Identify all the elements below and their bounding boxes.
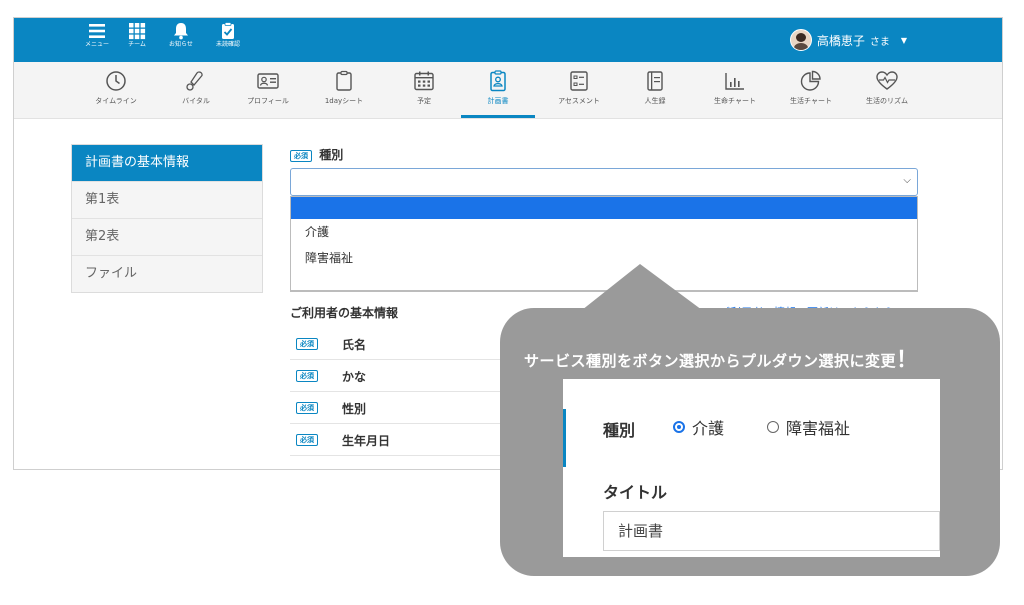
field-label: 性別	[342, 402, 367, 416]
tab-label: 1dayシート	[324, 97, 364, 105]
bell-icon	[174, 23, 188, 40]
pie-chart-icon	[800, 70, 821, 91]
tab-label: 計画書	[487, 97, 509, 105]
heart-pulse-icon	[876, 71, 898, 90]
type-field-label: 必須 種別	[290, 146, 343, 163]
user-info-section-title: ご利用者の基本情報	[290, 306, 399, 320]
field-label: 氏名	[342, 338, 367, 352]
notice-button[interactable]: お知らせ	[161, 22, 201, 49]
preview-radio-disability[interactable]: 障害福祉	[767, 415, 850, 439]
user-field-birthdate: 必須 生年月日 1	[290, 424, 510, 456]
required-badge: 必須	[290, 149, 312, 162]
required-badge: 必須	[296, 434, 318, 446]
required-badge: 必須	[296, 402, 318, 414]
team-label: チーム	[128, 41, 146, 48]
plan-sidebar: 計画書の基本情報 第1表 第2表 ファイル	[71, 144, 263, 293]
callout-title-text: サービス種別をボタン選択からプルダウン選択に変更	[524, 352, 897, 370]
radio-label: 障害福祉	[786, 419, 851, 438]
tab-label: 生命チャート	[714, 97, 756, 105]
tab-life-chart[interactable]: 生活チャート	[770, 62, 852, 118]
tab-label: タイムライン	[95, 97, 137, 105]
dropdown-option-care[interactable]: 介護	[291, 219, 917, 245]
menu-button[interactable]: メニュー	[77, 22, 117, 49]
clock-icon	[106, 71, 126, 91]
avatar	[789, 29, 812, 51]
required-badge: 必須	[296, 370, 318, 382]
thermometer-icon	[186, 71, 203, 91]
sidebar-item-table-2[interactable]: 第2表	[72, 219, 262, 256]
preview-title-label: タイトル	[603, 483, 668, 502]
type-select[interactable]: ⌵	[290, 168, 918, 196]
user-field-gender: 必須 性別 女	[290, 392, 511, 424]
tab-life-record[interactable]: 人生録	[614, 62, 696, 118]
field-label: 生年月日	[342, 434, 391, 448]
callout-pointer	[582, 264, 702, 310]
book-icon	[647, 71, 663, 91]
clipboard-icon	[336, 70, 352, 91]
tab-label: バイタル	[182, 97, 210, 105]
unread-check-button[interactable]: 未読確認	[208, 22, 248, 49]
caret-down-icon: ▼	[900, 35, 907, 45]
tab-life-rhythm[interactable]: 生活のリズム	[846, 62, 928, 118]
tab-label: 生活のリズム	[866, 97, 908, 105]
tab-profile[interactable]: プロフィール	[227, 62, 309, 118]
tab-label: アセスメント	[558, 97, 600, 105]
chevron-down-icon: ⌵	[903, 175, 911, 186]
radio-label: 介護	[692, 419, 725, 438]
callout-old-ui-preview: 種別 介護 障害福祉 タイトル 計画書	[563, 379, 940, 557]
sidebar-item-file[interactable]: ファイル	[72, 256, 262, 292]
hamburger-icon	[89, 24, 105, 38]
plan-doc-icon	[490, 70, 506, 92]
tab-vital[interactable]: バイタル	[155, 62, 237, 118]
accent-bar	[563, 409, 566, 467]
menu-label: メニュー	[84, 41, 109, 48]
grid-icon	[129, 23, 146, 40]
user-field-kana: 必須 かな た	[290, 360, 511, 392]
preview-title-input[interactable]: 計画書	[603, 511, 940, 551]
user-menu[interactable]: 高橋恵子 さま ▼	[789, 27, 907, 53]
checklist-icon	[570, 71, 588, 91]
unread-check-label: 未読確認	[215, 41, 240, 48]
tab-timeline[interactable]: タイムライン	[75, 62, 157, 118]
clipboard-check-icon	[222, 22, 234, 39]
sidebar-item-table-1[interactable]: 第1表	[72, 182, 262, 219]
tab-label: 人生録	[644, 97, 666, 105]
calendar-icon	[414, 71, 434, 91]
top-bar: メニュー チーム お知らせ 未読確認 高橋恵子 さま ▼	[14, 18, 1002, 62]
tab-assessment[interactable]: アセスメント	[538, 62, 620, 118]
sidebar-item-basic-info[interactable]: 計画書の基本情報	[72, 145, 262, 182]
tab-label: プロフィール	[247, 97, 289, 105]
callout-exclamation: ！	[896, 348, 919, 373]
callout-title: サービス種別をボタン選択からプルダウン選択に変更！	[524, 342, 919, 374]
dropdown-option-empty[interactable]	[291, 197, 917, 219]
notice-label: お知らせ	[169, 41, 193, 48]
field-label: かな	[342, 370, 367, 384]
required-badge: 必須	[296, 338, 318, 350]
nav-tabs: タイムライン バイタル プロフィール 1dayシート 予定 計画書 アセスメント	[14, 62, 1002, 119]
id-card-icon	[257, 73, 279, 89]
tab-label: 生活チャート	[790, 97, 832, 105]
preview-radio-care[interactable]: 介護	[673, 415, 724, 439]
tab-schedule[interactable]: 予定	[383, 62, 465, 118]
type-label-text: 種別	[319, 148, 344, 162]
radio-unchecked-icon	[767, 421, 779, 433]
radio-checked-icon	[673, 421, 685, 433]
user-field-name: 必須 氏名 高	[290, 328, 511, 360]
team-button[interactable]: チーム	[117, 22, 157, 49]
tab-vital-chart[interactable]: 生命チャート	[694, 62, 776, 118]
tab-label: 予定	[417, 97, 431, 105]
user-suffix: さま	[869, 36, 890, 48]
bar-chart-icon	[725, 73, 744, 90]
tab-care-plan[interactable]: 計画書	[457, 62, 539, 118]
user-name: 高橋恵子	[816, 33, 865, 48]
preview-type-label: 種別	[603, 421, 636, 440]
tab-1day-sheet[interactable]: 1dayシート	[303, 62, 385, 118]
